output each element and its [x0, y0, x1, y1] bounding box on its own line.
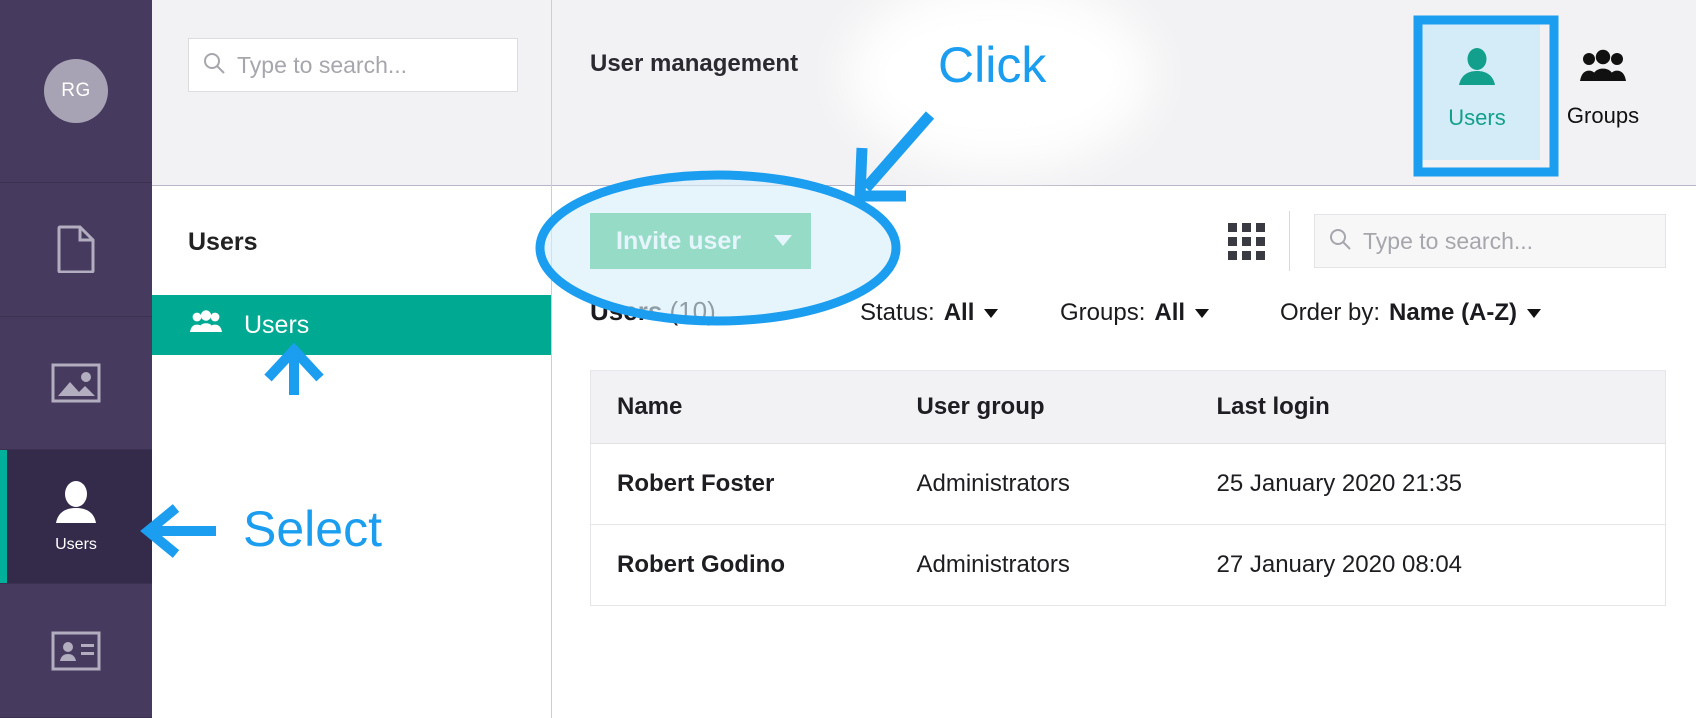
column-header-last-login[interactable]: Last login	[1190, 370, 1666, 444]
filter-order-by[interactable]: Order by: Name (A-Z)	[1280, 299, 1542, 327]
content-toolbar: Invite user Type to search...	[552, 186, 1696, 296]
id-card-icon	[51, 631, 101, 671]
column-header-user-group[interactable]: User group	[890, 370, 1191, 444]
image-icon	[51, 363, 101, 403]
filter-status-value: All	[943, 299, 975, 326]
invite-user-button[interactable]: Invite user	[590, 213, 812, 269]
table-header-row: Name User group Last login	[590, 370, 1666, 444]
caret-down-icon	[1195, 308, 1210, 318]
sidebar-users-item[interactable]: Users	[152, 295, 551, 355]
tab-users-label: Users	[1448, 105, 1506, 130]
main-column: User management Users Groups Invite user…	[552, 0, 1696, 718]
filter-status[interactable]: Status: All	[860, 299, 1060, 327]
filter-order-by-label: Order by:	[1280, 299, 1381, 326]
cell-last-login: 25 January 2020 21:35	[1190, 443, 1666, 525]
page-header: User management Users Groups	[552, 0, 1696, 186]
users-count: Users (10)	[590, 296, 860, 327]
invite-user-label: Invite user	[616, 226, 742, 255]
page-title: User management	[590, 50, 799, 77]
app-root: RG Users Type to search... Users Users U…	[0, 0, 1696, 718]
rail-avatar-area: RG	[0, 0, 152, 183]
search-icon	[203, 52, 225, 79]
search-icon	[1329, 228, 1351, 255]
filter-order-by-value: Name (A-Z)	[1389, 299, 1518, 326]
global-search-area: Type to search...	[152, 0, 551, 186]
users-table: Name User group Last login Robert Foster…	[590, 370, 1666, 606]
table-search-input[interactable]: Type to search...	[1314, 214, 1666, 268]
single-user-icon	[1456, 47, 1498, 93]
rail-item-media[interactable]	[0, 317, 152, 451]
group-users-icon	[1580, 49, 1626, 91]
sidebar-users-item-label: Users	[244, 310, 310, 339]
document-icon	[56, 225, 96, 274]
table-search-placeholder: Type to search...	[1363, 227, 1534, 254]
filter-groups[interactable]: Groups: All	[1060, 299, 1280, 327]
users-count-label: Users	[590, 296, 663, 326]
rail-item-documents[interactable]	[0, 183, 152, 317]
column-header-name[interactable]: Name	[590, 370, 891, 444]
global-search-placeholder: Type to search...	[237, 51, 408, 78]
toolbar-right-group: Type to search...	[1228, 211, 1666, 271]
cell-name: Robert Foster	[590, 443, 891, 525]
filter-groups-label: Groups:	[1060, 299, 1146, 326]
global-search-input[interactable]: Type to search...	[188, 38, 518, 92]
left-rail: RG Users	[0, 0, 152, 718]
caret-down-icon	[984, 308, 999, 318]
caret-down-icon	[1527, 308, 1542, 318]
cell-last-login: 27 January 2020 08:04	[1190, 524, 1666, 606]
cell-user-group: Administrators	[890, 524, 1191, 606]
secondary-column-title: Users	[188, 228, 258, 256]
avatar[interactable]: RG	[44, 58, 108, 123]
toolbar-divider	[1289, 211, 1290, 271]
users-count-value: (10)	[669, 296, 716, 326]
rail-item-users-label: Users	[55, 535, 97, 553]
user-icon	[53, 480, 99, 526]
users-table-wrap: Name User group Last login Robert Foster…	[552, 352, 1696, 718]
users-table-body: Robert Foster Administrators 25 January …	[590, 443, 1666, 606]
cell-name: Robert Godino	[590, 524, 891, 606]
secondary-nav: Users	[152, 295, 551, 355]
filter-status-label: Status:	[860, 299, 935, 326]
tab-groups-label: Groups	[1566, 103, 1640, 128]
filter-bar: Users (10) Status: All Groups: All Order…	[552, 296, 1696, 352]
table-row[interactable]: Robert Godino Administrators 27 January …	[590, 524, 1666, 606]
tab-users[interactable]: Users	[1414, 18, 1540, 160]
cell-user-group: Administrators	[890, 443, 1191, 525]
filter-groups-value: All	[1154, 299, 1186, 326]
rail-item-contacts[interactable]	[0, 584, 152, 718]
header-tabs: Users Groups	[1414, 18, 1666, 160]
users-group-icon	[190, 309, 222, 341]
tab-groups[interactable]: Groups	[1540, 18, 1666, 160]
users-table-head: Name User group Last login	[590, 370, 1666, 444]
table-row[interactable]: Robert Foster Administrators 25 January …	[590, 443, 1666, 525]
rail-item-users[interactable]: Users	[0, 450, 152, 585]
chevron-down-icon[interactable]	[755, 213, 811, 269]
grid-view-icon[interactable]	[1228, 222, 1265, 260]
secondary-column: Type to search... Users Users	[152, 0, 552, 718]
